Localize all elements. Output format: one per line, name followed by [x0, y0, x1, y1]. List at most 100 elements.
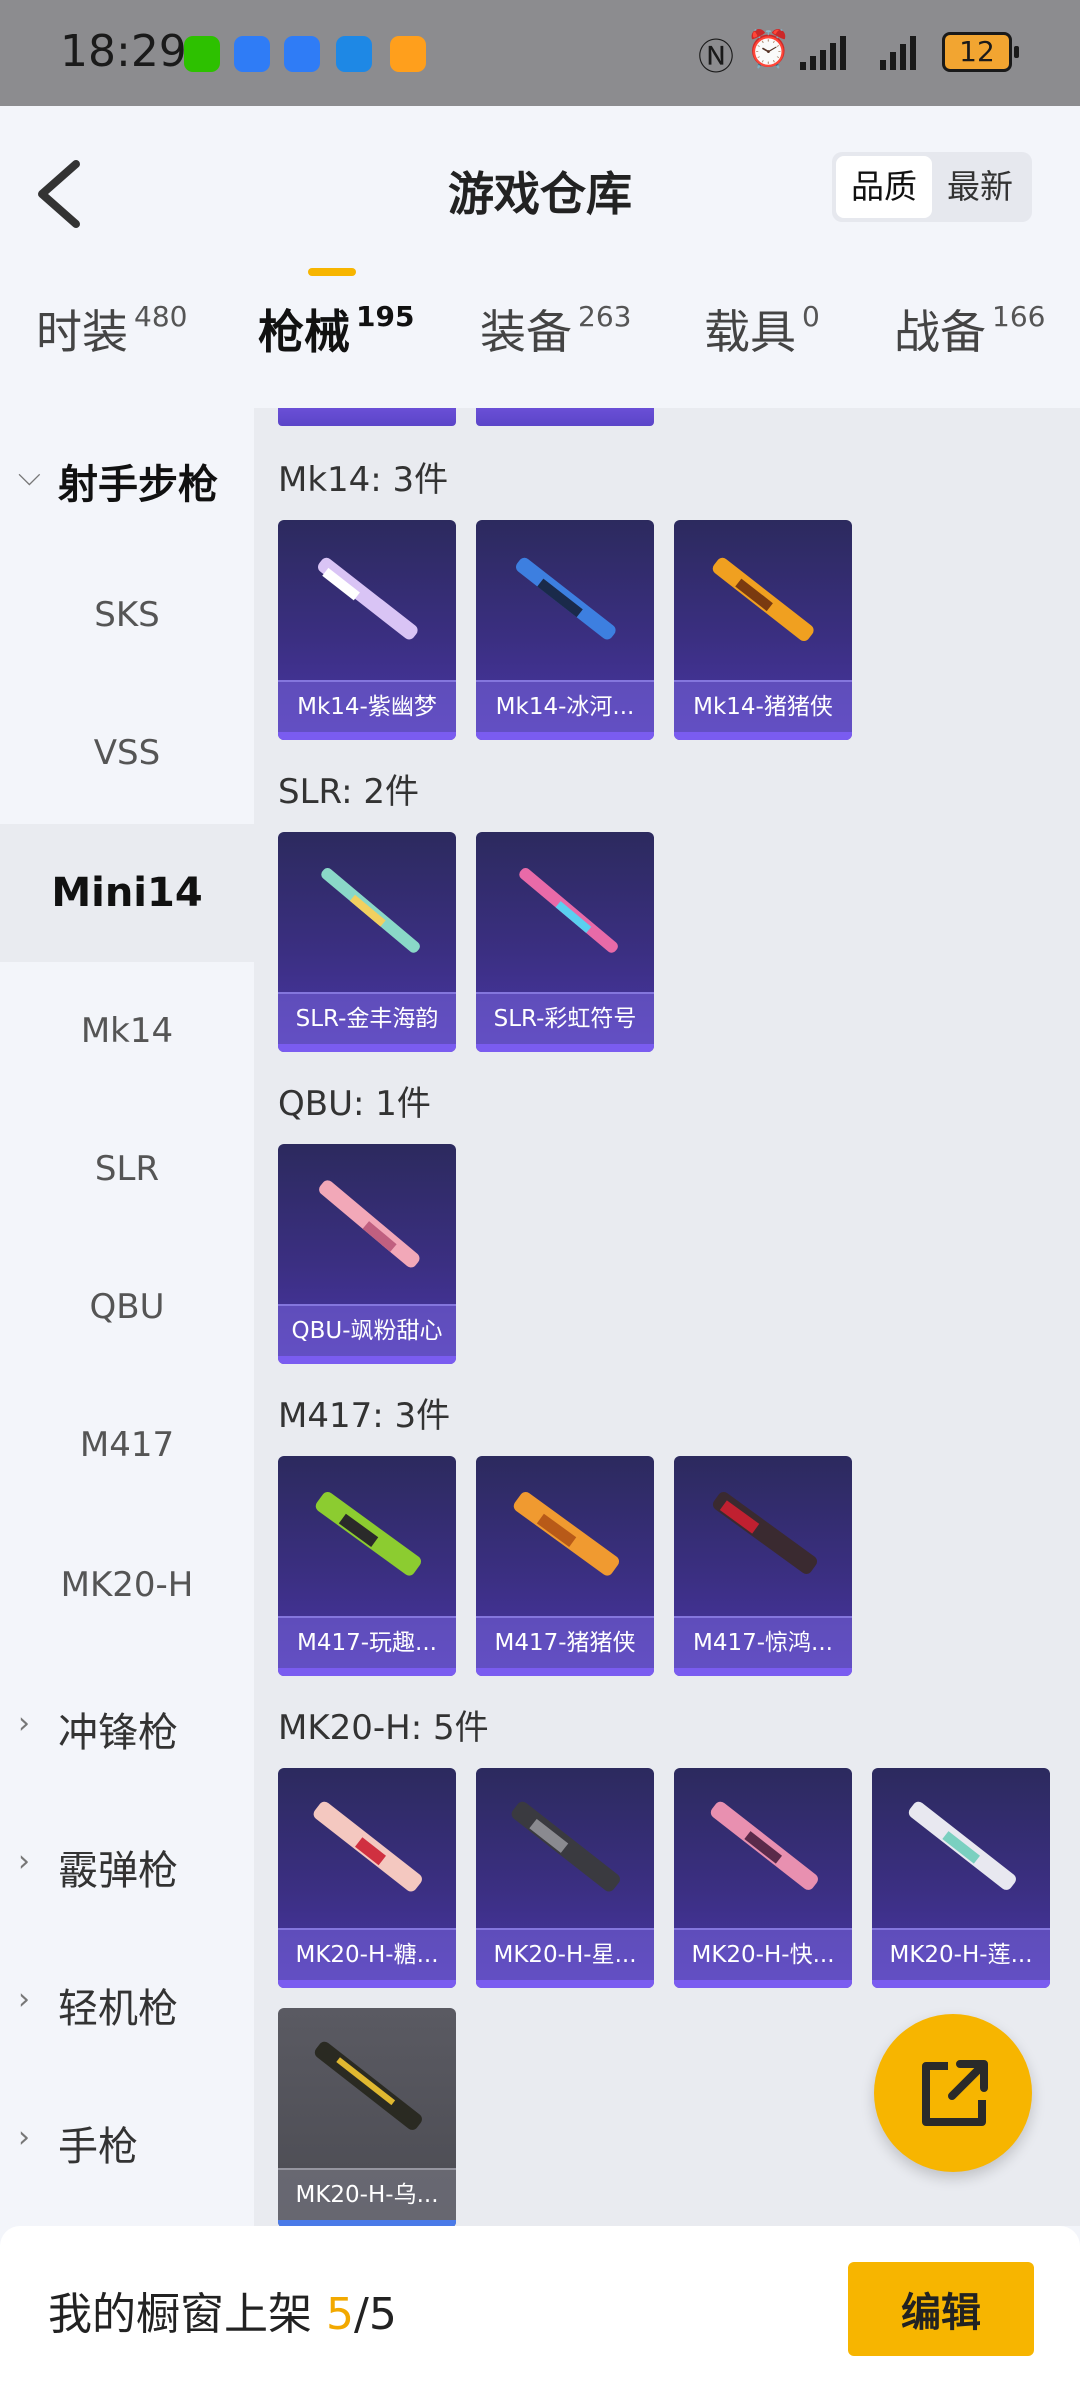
sort-newest-button[interactable]: 最新: [932, 156, 1028, 218]
weapon-name: MK20-H-快...: [674, 1928, 852, 1980]
sidebar-item-vss[interactable]: VSS: [0, 684, 254, 822]
rarity-bar: [278, 732, 456, 740]
weapon-card[interactable]: MK20-H-糖...: [278, 1768, 456, 1988]
tab-guns[interactable]: 枪械 195: [258, 296, 414, 362]
weapon-card[interactable]: Mk14-冰河...: [476, 520, 654, 740]
weapon-card[interactable]: Mk14-紫幽梦: [278, 520, 456, 740]
app-notification-icon: [234, 36, 270, 72]
showcase-total-count: /5: [354, 2289, 397, 2340]
weapon-card[interactable]: M417-猪猪侠: [476, 1456, 654, 1676]
share-icon: [922, 2060, 988, 2126]
nfc-icon: Ⓝ: [698, 37, 735, 78]
group-title: QBU: 1件: [278, 1084, 431, 1124]
sort-quality-button[interactable]: 品质: [836, 156, 932, 218]
rarity-bar: [278, 1668, 456, 1676]
weapon-name: SLR-彩虹符号: [476, 992, 654, 1044]
weapon-card[interactable]: M417-玩趣...: [278, 1456, 456, 1676]
video-app-icon: [390, 36, 426, 72]
rifle-skin-icon: [314, 2041, 422, 2130]
weapon-name: Mk14-猪猪侠: [674, 680, 852, 732]
rifle-skin-icon: [712, 557, 814, 642]
sidebar-item-m417[interactable]: M417: [0, 1376, 254, 1514]
weapon-card[interactable]: Mk14-猪猪侠: [674, 520, 852, 740]
chevron-down-icon: ⌵: [18, 458, 41, 493]
tab-fashion[interactable]: 时装 480: [36, 296, 187, 362]
group-title: Mk14: 3件: [278, 460, 449, 500]
showcase-current-count: 5: [326, 2289, 354, 2340]
status-bar: 18:29 Ⓝ ⏰ 12: [0, 0, 1080, 106]
tab-count: 166: [992, 300, 1046, 333]
showcase-status: 我的橱窗上架 5/5: [48, 2278, 397, 2342]
rifle-skin-icon: [511, 1801, 620, 1892]
sidebar-category-label: 手枪: [58, 2124, 138, 2170]
tab-label: 装备: [480, 305, 572, 359]
rarity-bar: [674, 732, 852, 740]
rifle-skin-icon: [319, 1180, 420, 1268]
weapon-name: MK20-H-糖...: [278, 1928, 456, 1980]
weapon-name: MK20-H-莲...: [872, 1928, 1050, 1980]
alarm-icon: ⏰: [746, 29, 791, 70]
rarity-bar: [674, 1668, 852, 1676]
rifle-skin-icon: [710, 1801, 818, 1890]
sidebar-category-smg[interactable]: › 冲锋枪: [0, 1656, 254, 1794]
weapon-card[interactable]: MK20-H-乌...: [278, 2008, 456, 2226]
sidebar-category-label: 冲锋枪: [58, 1710, 178, 1756]
tab-label: 载具: [704, 305, 796, 359]
tab-label: 战备: [894, 305, 986, 359]
sidebar-item-slr[interactable]: SLR: [0, 1100, 254, 1238]
signal-icon: [880, 34, 916, 70]
weapon-name: M417-玩趣...: [278, 1616, 456, 1668]
showcase-bar: 我的橱窗上架 5/5 编辑: [0, 2226, 1080, 2387]
rarity-bar: [278, 1980, 456, 1988]
rifle-skin-icon: [516, 557, 616, 640]
rifle-skin-icon: [513, 1491, 620, 1576]
rarity-bar: [278, 1044, 456, 1052]
partial-card: [278, 408, 456, 426]
sidebar-item-mini14[interactable]: Mini14: [0, 824, 254, 962]
active-tab-indicator: [308, 268, 356, 276]
tab-label: 时装: [36, 305, 128, 359]
weapon-name: Mk14-冰河...: [476, 680, 654, 732]
weapon-name: MK20-H-乌...: [278, 2168, 456, 2220]
rarity-bar: [278, 1356, 456, 1364]
tab-vehicles[interactable]: 载具 0: [704, 296, 820, 362]
status-time: 18:29: [60, 26, 187, 77]
weapon-card[interactable]: MK20-H-快...: [674, 1768, 852, 1988]
sidebar-category-marksman[interactable]: ⌵ 射手步枪: [0, 408, 254, 546]
weapon-card[interactable]: SLR-彩虹符号: [476, 832, 654, 1052]
weapon-card[interactable]: SLR-金丰海韵: [278, 832, 456, 1052]
weapon-name: SLR-金丰海韵: [278, 992, 456, 1044]
tab-battle-gear[interactable]: 战备 166: [894, 296, 1045, 362]
showcase-label: 我的橱窗上架: [48, 2289, 312, 2340]
rifle-skin-icon: [321, 867, 420, 953]
sidebar-category-label: 射手步枪: [58, 462, 218, 508]
share-button[interactable]: [874, 2014, 1032, 2172]
sidebar-item-mk14[interactable]: Mk14: [0, 962, 254, 1100]
group-title: MK20-H: 5件: [278, 1708, 489, 1748]
sidebar-item-sks[interactable]: SKS: [0, 546, 254, 684]
weapon-card[interactable]: MK20-H-星...: [476, 1768, 654, 1988]
sidebar-category-label: 轻机枪: [58, 1986, 178, 2032]
chevron-right-icon: ›: [18, 1706, 30, 1741]
rifle-skin-icon: [313, 1801, 422, 1892]
weapon-name: M417-猪猪侠: [476, 1616, 654, 1668]
tab-label: 枪械: [258, 305, 350, 359]
wechat-icon: [184, 36, 220, 72]
sidebar-item-mk20h[interactable]: MK20-H: [0, 1516, 254, 1654]
sidebar-category-shotgun[interactable]: › 霰弹枪: [0, 1794, 254, 1932]
weapon-name: M417-惊鸿...: [674, 1616, 852, 1668]
sidebar-category-label: 霰弹枪: [58, 1848, 178, 1894]
edit-button[interactable]: 编辑: [848, 2262, 1034, 2356]
sidebar-item-qbu[interactable]: QBU: [0, 1238, 254, 1376]
category-sidebar: ⌵ 射手步枪 SKS VSS Mini14 Mk14 SLR QBU M417 …: [0, 408, 254, 2226]
tab-equipment[interactable]: 装备 263: [480, 296, 631, 362]
weapon-name: QBU-飒粉甜心: [278, 1304, 456, 1356]
weapon-card[interactable]: QBU-飒粉甜心: [278, 1144, 456, 1364]
sidebar-category-lmg[interactable]: › 轻机枪: [0, 1932, 254, 2070]
weather-app-icon: [336, 36, 372, 72]
rarity-bar: [872, 1980, 1050, 1988]
weapon-card[interactable]: MK20-H-莲...: [872, 1768, 1050, 1988]
weapon-card[interactable]: M417-惊鸿...: [674, 1456, 852, 1676]
battery-icon: 12: [942, 32, 1019, 72]
sidebar-category-pistol[interactable]: › 手枪: [0, 2070, 254, 2208]
